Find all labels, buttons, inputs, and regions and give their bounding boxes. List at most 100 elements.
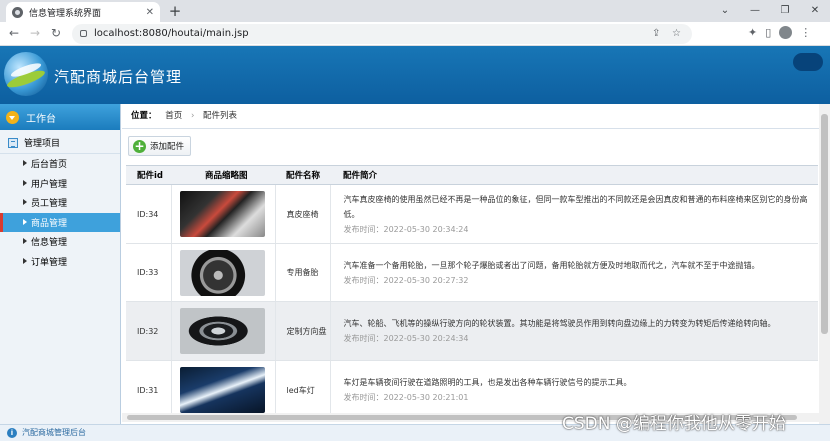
reload-icon[interactable]: ↻ (48, 26, 64, 40)
desc-text: 汽车准备一个备用轮胎，一旦那个轮子爆胎或者出了问题，备用轮胎就方便及时地取而代之… (343, 260, 760, 270)
sidebar-item-label: 信息管理 (31, 238, 68, 249)
leather-seat-image[interactable] (179, 191, 265, 237)
steering-wheel-image[interactable] (179, 308, 265, 354)
cell-thumbnail (170, 301, 276, 361)
watermark: CSDN @编程你我他从零开始 (562, 414, 786, 434)
breadcrumb-current: 配件列表 (203, 111, 238, 121)
app-header: 汽配商城后台管理 (0, 46, 830, 104)
sidebar-item-users[interactable]: 用户管理 (0, 174, 120, 194)
manage-section-header[interactable]: 管理项目 (0, 132, 120, 154)
share-icon[interactable]: ⇪ (652, 24, 660, 44)
new-tab-button[interactable]: + (166, 2, 184, 20)
header-user-button[interactable] (793, 53, 823, 71)
logo-icon (4, 52, 48, 96)
vertical-scrollbar[interactable] (819, 104, 830, 424)
cell-id: ID:31 (126, 360, 171, 413)
caret-right-icon (23, 160, 27, 166)
manage-section-label: 管理项目 (24, 139, 61, 149)
plus-icon: + (133, 138, 146, 153)
table-row[interactable]: ID:34 真皮座椅 汽车真皮座椅的使用虽然已经不再是一种品位的象征，但同一款车… (126, 184, 818, 244)
cell-desc: 汽车准备一个备用轮胎，一旦那个轮子爆胎或者出了问题，备用轮胎就方便及时地取而代之… (330, 243, 818, 302)
workbench-label: 工作台 (26, 113, 56, 125)
sidebar-item-info[interactable]: 信息管理 (0, 232, 120, 252)
caret-right-icon (23, 218, 27, 225)
forward-icon[interactable]: → (27, 26, 43, 40)
cell-id: ID:33 (126, 243, 171, 302)
tab-close-icon[interactable]: ✕ (146, 7, 154, 18)
sidebar-item-label: 后台首页 (31, 160, 68, 171)
publish-time: 发布时间：2022-05-30 20:24:34 (343, 334, 469, 343)
publish-time: 发布时间：2022-05-30 20:34:24 (343, 224, 469, 234)
add-part-button[interactable]: + 添加配件 (128, 136, 191, 156)
breadcrumb-home[interactable]: 首页 (165, 111, 182, 121)
vertical-scrollbar-thumb[interactable] (821, 114, 828, 334)
led-headlight-image[interactable] (179, 367, 265, 413)
caret-right-icon (23, 179, 27, 186)
sidebar: 工作台 管理项目 后台首页 用户管理 员工管理 商品管理 信息管理 订单管理 (0, 104, 121, 424)
browser-tab-bar: 信息管理系统界面 ✕ + ⌄ — ❐ ✕ (0, 0, 830, 22)
table-row[interactable]: ID:32 定制方向盘 汽车、轮船、飞机等的操纵行驶方向的轮状装置。其功能是将驾… (126, 301, 818, 361)
extensions-icon[interactable]: ✦ (748, 26, 757, 39)
column-header-id: 配件id (126, 165, 171, 185)
cell-thumbnail (170, 360, 276, 413)
desc-text: 车灯是车辆夜间行驶在道路照明的工具，也是发出各种车辆行驶信号的提示工具。 (343, 378, 632, 387)
publish-time: 发布时间：2022-05-30 20:21:01 (343, 393, 469, 402)
close-window-button[interactable]: ✕ (800, 0, 830, 22)
cell-thumbnail (170, 243, 276, 302)
parts-table-wrapper: 配件id 商品缩略图 配件名称 配件简介 ID:34 真皮座椅 汽车真皮座椅的使… (126, 165, 818, 413)
table-row[interactable]: ID:33 专用备胎 汽车准备一个备用轮胎，一旦那个轮子爆胎或者出了问题，备用轮… (126, 243, 818, 302)
main-content: 位置： 首页 › 配件列表 + 添加配件 配件id 商品缩略图 配件名称 配件简… (122, 104, 830, 424)
browser-tab[interactable]: 信息管理系统界面 ✕ (6, 2, 160, 22)
caret-right-icon (23, 238, 27, 244)
info-icon[interactable] (80, 30, 87, 37)
breadcrumb-prefix: 位置： (131, 111, 157, 121)
cell-desc: 车灯是车辆夜间行驶在道路照明的工具，也是发出各种车辆行驶信号的提示工具。 发布时间… (330, 360, 818, 413)
menu-kebab-icon[interactable]: ⋮ (800, 26, 811, 39)
desc-text: 汽车、轮船、飞机等的操纵行驶方向的轮状装置。其功能是将驾驶员作用到转向盘边缘上的… (343, 319, 776, 328)
back-icon[interactable]: ← (6, 26, 22, 40)
cell-name: 真皮座椅 (275, 184, 331, 244)
column-header-name: 配件名称 (275, 165, 330, 185)
breadcrumb: 位置： 首页 › 配件列表 (122, 104, 830, 129)
sidebar-item-products[interactable]: 商品管理 (0, 212, 120, 232)
column-header-thumbnail: 商品缩略图 (171, 165, 275, 185)
sidepanel-icon[interactable]: ▯ (765, 26, 771, 39)
publish-time: 发布时间：2022-05-30 20:27:32 (343, 275, 469, 285)
window-controls: ⌄ — ❐ ✕ (710, 0, 830, 22)
caret-right-icon (23, 257, 27, 264)
cell-name: led车灯 (275, 360, 331, 413)
url-text: localhost:8080/houtai/main.jsp (94, 28, 249, 39)
desc-text: 汽车真皮座椅的使用虽然已经不再是一种品位的象征，但同一款车型推出的不同款还是会因… (343, 194, 808, 219)
column-header-desc: 配件简介 (330, 165, 818, 185)
cell-id: ID:32 (126, 301, 171, 361)
profile-avatar-icon[interactable] (779, 26, 793, 39)
system-title: 汽配商城后台管理 (54, 68, 183, 86)
sidebar-item-orders[interactable]: 订单管理 (0, 252, 120, 272)
caret-right-icon (23, 199, 27, 205)
add-part-label: 添加配件 (150, 142, 185, 152)
sidebar-item-label: 员工管理 (31, 199, 68, 210)
sidebar-item-label: 订单管理 (31, 257, 68, 268)
url-input[interactable]: localhost:8080/houtai/main.jsp ⇪ ☆ (72, 24, 692, 44)
bookmark-star-icon[interactable]: ☆ (672, 24, 681, 44)
tab-title: 信息管理系统界面 (29, 8, 102, 19)
chevron-down-icon (6, 110, 19, 124)
cell-desc: 汽车真皮座椅的使用虽然已经不再是一种品位的象征，但同一款车型推出的不同款还是会因… (330, 184, 818, 244)
sidebar-item-staff[interactable]: 员工管理 (0, 193, 120, 213)
sidebar-item-home[interactable]: 后台首页 (0, 154, 120, 174)
workbench-header[interactable]: 工作台 (0, 104, 120, 130)
info-icon: i (7, 428, 17, 438)
table-row[interactable]: ID:31 led车灯 车灯是车辆夜间行驶在道路照明的工具，也是发出各种车辆行驶… (126, 360, 818, 413)
sidebar-item-label: 商品管理 (31, 218, 68, 229)
address-bar-row: ← → ↻ localhost:8080/houtai/main.jsp ⇪ ☆… (0, 22, 830, 46)
spare-tire-image[interactable] (179, 249, 265, 296)
minimize-button[interactable]: — (740, 0, 770, 22)
cell-desc: 汽车、轮船、飞机等的操纵行驶方向的轮状装置。其功能是将驾驶员作用到转向盘边缘上的… (330, 301, 818, 361)
list-icon (8, 137, 18, 148)
parts-table: 配件id 商品缩略图 配件名称 配件简介 ID:34 真皮座椅 汽车真皮座椅的使… (126, 165, 818, 413)
restore-button[interactable]: ❐ (770, 0, 800, 22)
cell-name: 定制方向盘 (275, 301, 331, 361)
cell-id: ID:34 (126, 184, 171, 244)
tab-search-icon[interactable]: ⌄ (710, 0, 740, 22)
globe-icon (12, 6, 23, 18)
